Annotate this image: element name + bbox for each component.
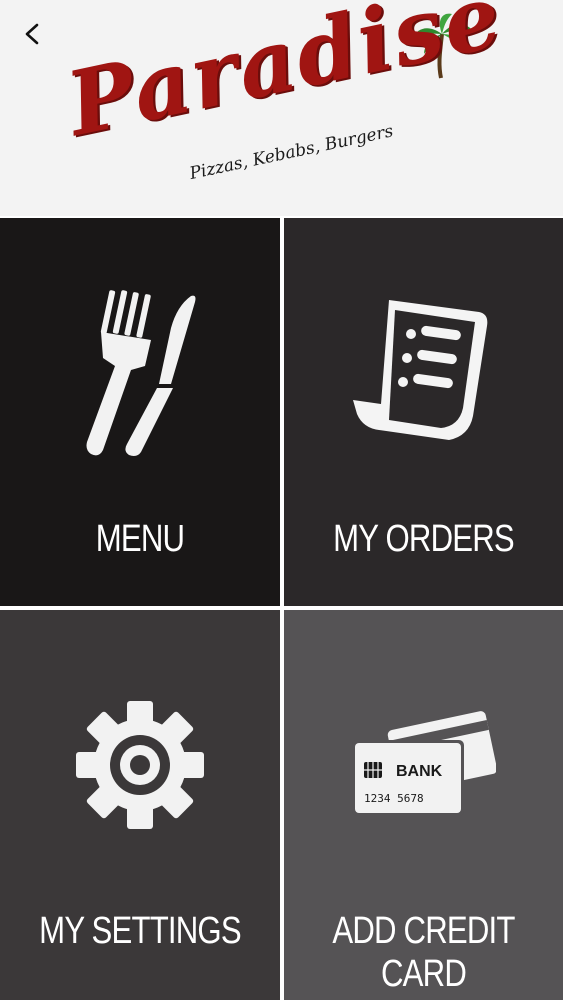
- my-settings-tile[interactable]: MY SETTINGS: [0, 610, 280, 1000]
- receipt-icon: [352, 300, 487, 440]
- card-number-text: 1234 5678: [364, 792, 424, 805]
- add-credit-card-label: ADD CREDIT CARD: [332, 910, 515, 995]
- menu-tile[interactable]: MENU: [0, 218, 280, 606]
- brand-name: Paradise: [58, 0, 512, 156]
- app-header: Paradise Pizzas, Kebabs, Burgers: [0, 0, 563, 216]
- fork-knife-icon: [86, 290, 196, 456]
- credit-card-icon: BANK 1234 5678: [351, 711, 496, 816]
- chevron-left-icon: [25, 23, 39, 45]
- brand-tagline: Pizzas, Kebabs, Burgers: [187, 121, 396, 184]
- card-bank-text: BANK: [396, 763, 443, 780]
- my-orders-tile[interactable]: MY ORDERS: [284, 218, 563, 606]
- my-settings-label: MY SETTINGS: [39, 910, 241, 952]
- my-orders-label: MY ORDERS: [333, 518, 515, 560]
- menu-label: MENU: [95, 518, 185, 560]
- back-button[interactable]: [12, 14, 52, 54]
- add-credit-card-tile[interactable]: BANK 1234 5678 ADD CREDIT CARD: [284, 610, 563, 1000]
- gear-icon: [76, 701, 204, 829]
- paradise-logo: Paradise Pizzas, Kebabs, Burgers: [58, 0, 511, 214]
